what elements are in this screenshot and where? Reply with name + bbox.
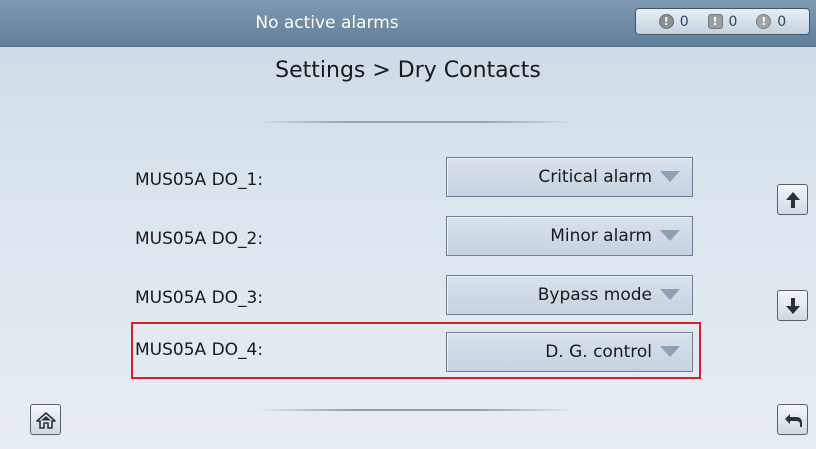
minor-alarm-count: 0 (777, 13, 787, 30)
row-label-do2: MUS05A DO_2: (135, 229, 264, 249)
minor-alarm-counter: ! 0 (756, 14, 786, 30)
chevron-down-icon (660, 289, 680, 300)
scroll-down-button[interactable] (777, 290, 808, 321)
arrow-down-icon (785, 297, 800, 314)
critical-alarm-counter: ! 0 (658, 13, 689, 30)
arrow-up-icon (785, 191, 800, 208)
row-label-do3: MUS05A DO_3: (135, 288, 264, 308)
top-divider (255, 121, 575, 123)
select-do2-value: Minor alarm (550, 226, 652, 246)
alarm-status-text[interactable]: No active alarms (0, 0, 654, 46)
select-do1[interactable]: Critical alarm (446, 157, 693, 197)
major-alarm-icon: ! (707, 14, 723, 29)
select-do3[interactable]: Bypass mode (446, 275, 693, 315)
select-do3-value: Bypass mode (537, 285, 652, 305)
row-label-do1: MUS05A DO_1: (135, 170, 264, 190)
chevron-down-icon (660, 230, 680, 241)
critical-alarm-count: 0 (679, 13, 689, 30)
home-button[interactable] (30, 404, 61, 435)
page-title: Settings > Dry Contacts (275, 58, 541, 83)
minor-alarm-icon: ! (756, 14, 772, 29)
critical-alarm-icon: ! (658, 14, 674, 29)
home-icon (35, 411, 56, 429)
select-do2[interactable]: Minor alarm (446, 216, 693, 256)
major-alarm-count: 0 (728, 13, 738, 30)
chevron-down-icon (660, 346, 680, 357)
select-do4[interactable]: D. G. control (446, 332, 693, 372)
back-button[interactable] (777, 404, 808, 435)
scroll-up-button[interactable] (777, 184, 808, 215)
major-alarm-counter: ! 0 (707, 13, 738, 30)
row-label-do4: MUS05A DO_4: (135, 340, 264, 360)
back-icon (784, 413, 802, 427)
chevron-down-icon (660, 171, 680, 182)
alarm-counter-panel[interactable]: ! 0 ! 0 ! 0 (635, 8, 810, 35)
select-do1-value: Critical alarm (538, 167, 652, 187)
top-status-bar: No active alarms ! 0 ! 0 ! 0 (0, 0, 816, 47)
bottom-divider (255, 409, 575, 411)
select-do4-value: D. G. control (545, 342, 652, 362)
